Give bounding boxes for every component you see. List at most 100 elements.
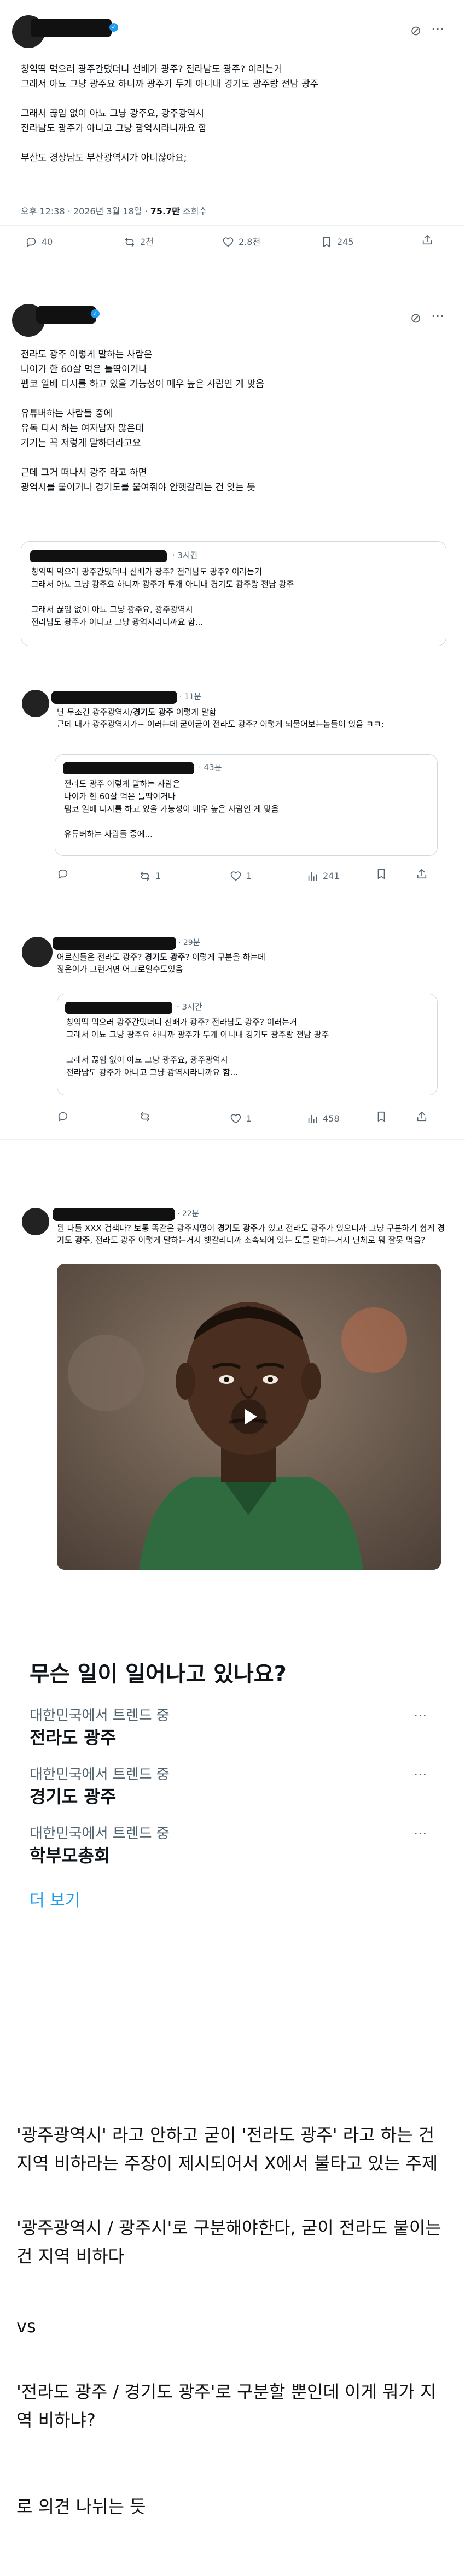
- reply-text: 난 무조건 광주광역시/경기도 광주 이렇게 말함 근데 내가 광주광역시가~ …: [57, 707, 384, 729]
- post-2: ✓ ⊘ ⋯ 전라도 광주 이렇게 말하는 사람은 나이가 한 60살 먹은 틀딱…: [0, 290, 465, 656]
- stats-icon: [308, 1114, 317, 1124]
- reply-icon: [26, 237, 36, 247]
- article-paragraph: vs: [16, 2316, 36, 2337]
- share-icon: [417, 869, 427, 879]
- more-icon[interactable]: ⋯: [431, 309, 445, 322]
- avatar[interactable]: [22, 690, 49, 717]
- reply-icon: [58, 1112, 68, 1122]
- trend-category: 대한민국에서 트렌드 중: [30, 1707, 170, 1724]
- share-icon: [417, 1111, 427, 1122]
- reply-2: · 29분 어르신들은 전라도 광주? 경기도 광주? 이렇게 구분을 하는데 …: [0, 923, 465, 1141]
- redacted-username: [31, 19, 112, 37]
- action-bar: 1 1 241: [0, 868, 465, 884]
- share-icon: [422, 234, 432, 245]
- view-count: 241: [323, 871, 340, 881]
- bookmark-count: 245: [337, 237, 354, 247]
- view-label: 조회수: [179, 206, 207, 216]
- stats-button[interactable]: 241: [306, 868, 340, 884]
- article-paragraph: 로 의견 나뉘는 듯: [16, 2496, 146, 2517]
- more-icon[interactable]: ⋯: [414, 1827, 427, 1840]
- reply-button[interactable]: 40: [25, 234, 53, 250]
- reply-time: · 29분: [178, 938, 200, 947]
- retweet-icon: [125, 237, 135, 247]
- reply-text: 뭔 다들 XXX 검색나? 보통 똑같은 광주지명이 경기도 광주가 있고 전라…: [57, 1223, 445, 1245]
- retweet-button[interactable]: [139, 1111, 151, 1123]
- like-icon: [223, 237, 234, 247]
- trend-category: 대한민국에서 트렌드 중: [30, 1767, 170, 1783]
- retweet-icon: [140, 1112, 150, 1122]
- post-1: ✓ ⊘ ⋯ 창억떡 먹으러 광주간댔더니 선배가 광주? 전라남도 광주? 이러…: [0, 0, 465, 257]
- avatar[interactable]: [22, 937, 53, 967]
- redacted-username: [53, 1208, 175, 1221]
- trend-item[interactable]: 대한민국에서 트렌드 중 학부모총회 ⋯: [0, 1812, 465, 1867]
- reply-icon: [58, 869, 68, 879]
- redacted-username: [63, 762, 194, 774]
- reply-time: · 11분: [179, 693, 201, 701]
- like-count: 1: [246, 871, 252, 881]
- stats-button[interactable]: 458: [306, 1111, 340, 1127]
- quoted-post[interactable]: · 3시간 창억떡 먹으러 광주간댔더니 선배가 광주? 전라남도 광주? 이러…: [21, 541, 446, 646]
- retweet-icon: [140, 871, 150, 881]
- quote-text: 전라도 광주 이렇게 말하는 사람은 나이가 한 60살 먹은 틀딱이거나 펨코…: [64, 779, 279, 839]
- bookmark-button[interactable]: [375, 1111, 387, 1123]
- quote-time: · 3시간: [172, 550, 198, 560]
- trend-item[interactable]: 대한민국에서 트렌드 중 경기도 광주 ⋯: [0, 1753, 465, 1808]
- show-more-link[interactable]: 더 보기: [30, 1887, 80, 1911]
- like-button[interactable]: 2.8천: [222, 234, 260, 250]
- grok-icon[interactable]: ⊘: [410, 312, 421, 325]
- view-count: 75.7만: [150, 206, 180, 216]
- quote-text: 창억떡 먹으러 광주간댔더니 선배가 광주? 전라남도 광주? 이러는거 그래서…: [31, 567, 294, 627]
- reply-time: · 22분: [177, 1210, 199, 1218]
- like-button[interactable]: 1: [230, 868, 252, 884]
- trend-category: 대한민국에서 트렌드 중: [30, 1826, 170, 1842]
- trend-item[interactable]: 대한민국에서 트렌드 중 전라도 광주 ⋯: [0, 1694, 465, 1749]
- verified-badge-icon: ✓: [109, 23, 118, 32]
- retweet-count: 1: [155, 871, 161, 881]
- reply-button[interactable]: [57, 868, 69, 880]
- post-body: 창억떡 먹으러 광주간댔더니 선배가 광주? 전라남도 광주? 이러는거 그래서…: [21, 64, 319, 163]
- trend-name: 학부모총회: [30, 1845, 111, 1866]
- action-bar: 40 2천 2.8천 245: [0, 234, 465, 250]
- reply-count: 40: [42, 237, 53, 247]
- more-icon[interactable]: ⋯: [414, 1768, 427, 1781]
- like-button[interactable]: 1: [230, 1111, 252, 1127]
- redacted-username: [53, 937, 176, 950]
- like-count: 2.8천: [239, 237, 261, 247]
- reply-1: · 11분 난 무조건 광주광역시/경기도 광주 이렇게 말함 근데 내가 광주…: [0, 682, 465, 912]
- reply-text: 어르신들은 전라도 광주? 경기도 광주? 이렇게 구분을 하는데 젊은이가 그…: [57, 952, 265, 974]
- share-button[interactable]: [416, 868, 428, 880]
- more-icon[interactable]: ⋯: [431, 22, 445, 35]
- redacted-username: [36, 306, 96, 324]
- bookmark-icon: [377, 869, 385, 879]
- post-meta: 오후 12:38 · 2026년 3월 18일 · 75.7만 조회수: [21, 206, 207, 218]
- quote-time: · 43분: [199, 762, 222, 772]
- trends-panel: 무슨 일이 일어나고 있나요? 대한민국에서 트렌드 중 전라도 광주 ⋯ 대한…: [0, 1629, 465, 1910]
- article-paragraph: '광주광역시' 라고 안하고 굳이 '전라도 광주' 라고 하는 건 지역 비하…: [16, 2125, 438, 2174]
- retweet-button[interactable]: 1: [139, 868, 161, 884]
- article-paragraph: '전라도 광주 / 경기도 광주'로 구분할 뿐인데 이게 뭐가 지역 비하냐?: [16, 2381, 437, 2431]
- stats-icon: [308, 872, 317, 881]
- post-time: 오후 12:38 · 2026년 3월 18일 ·: [21, 206, 150, 216]
- share-button[interactable]: [421, 234, 433, 246]
- avatar[interactable]: [22, 1208, 49, 1235]
- article-paragraph: '광주광역시 / 광주시'로 구분해야한다, 굳이 전라도 붙이는건 지역 비하…: [16, 2217, 441, 2267]
- bookmark-button[interactable]: 245: [321, 234, 354, 250]
- reply-button[interactable]: [57, 1111, 69, 1123]
- grok-icon[interactable]: ⊘: [410, 24, 421, 37]
- video-player[interactable]: [57, 1264, 441, 1570]
- quote-text: 창억떡 먹으러 광주간댔더니 선배가 광주? 전라남도 광주? 이러는거 그래서…: [66, 1017, 329, 1077]
- like-icon: [230, 871, 241, 881]
- retweet-button[interactable]: 2천: [124, 234, 154, 250]
- trend-name: 전라도 광주: [30, 1727, 117, 1748]
- quoted-post[interactable]: · 3시간 창억떡 먹으러 광주간댔더니 선배가 광주? 전라남도 광주? 이러…: [57, 994, 438, 1095]
- view-count: 458: [323, 1113, 340, 1124]
- like-count: 1: [246, 1113, 252, 1124]
- play-icon[interactable]: [231, 1399, 266, 1434]
- bookmark-button[interactable]: [375, 868, 387, 880]
- share-button[interactable]: [416, 1111, 428, 1123]
- verified-badge-icon: ✓: [91, 309, 100, 318]
- more-icon[interactable]: ⋯: [414, 1709, 427, 1722]
- bookmark-icon: [377, 1111, 385, 1122]
- post-body: 전라도 광주 이렇게 말하는 사람은 나이가 한 60살 먹은 틀딱이거나 펨코…: [21, 349, 265, 493]
- quoted-post[interactable]: · 43분 전라도 광주 이렇게 말하는 사람은 나이가 한 60살 먹은 틀딱…: [55, 754, 438, 856]
